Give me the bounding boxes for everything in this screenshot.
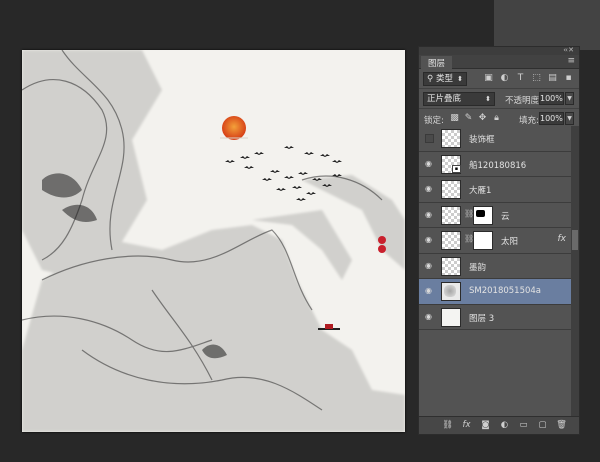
adjustment-filter-icon[interactable]: ◐	[499, 73, 510, 84]
visibility-off-icon[interactable]	[425, 134, 434, 143]
layer-row-selected[interactable]: ◉ SM2018051504a	[419, 279, 571, 305]
opacity-input[interactable]: 100%	[539, 92, 564, 105]
filter-kind-select[interactable]: ⚲ 类型 ⬍	[423, 72, 467, 86]
eye-icon[interactable]: ◉	[425, 210, 435, 219]
layer-row[interactable]: ◉ ⛓ 云	[419, 202, 571, 228]
layer-list-scrollbar[interactable]	[571, 126, 579, 416]
layer-name: 船120180816	[469, 160, 527, 171]
layer-name: 太阳	[501, 237, 519, 247]
layer-thumbnail	[441, 180, 461, 199]
blend-mode-value: 正片叠底	[427, 94, 462, 104]
fill-dropdown[interactable]: ▼	[565, 112, 574, 125]
layers-bottom-toolbar: ⛓ fx ◙ ◐ ▭ ▢ 🗑︎	[419, 416, 579, 434]
document-canvas[interactable]	[22, 50, 405, 432]
seal-mark	[378, 245, 386, 253]
opacity-label: 不透明度:	[505, 96, 542, 106]
layer-name: 大雁1	[469, 186, 492, 196]
layer-mask-thumbnail[interactable]	[473, 205, 493, 225]
search-icon: ⚲	[427, 74, 434, 84]
shape-filter-icon[interactable]: ⬚	[531, 73, 542, 84]
layer-row[interactable]: ◉ 墨韵	[419, 253, 571, 279]
fx-icon[interactable]: fx	[460, 419, 473, 432]
layer-thumbnail	[441, 205, 461, 225]
tab-layers[interactable]: 图层	[421, 56, 453, 69]
right-gutter	[494, 0, 600, 50]
layer-name: 图层 3	[469, 313, 495, 324]
layer-list: 装饰框 ◉ ▪ 船120180816 ◉ 大雁1 ◉ ⛓ 云 ◉ ⛓ 太阳 fx	[419, 126, 571, 416]
fill-input[interactable]: 100%	[539, 112, 564, 125]
layers-panel: ‹‹ ✕ 图层 ≡ ⚲ 类型 ⬍ ▣ ◐ T ⬚ ▤ ▪ 正片叠底 ⬍ 不透明度…	[418, 46, 580, 435]
eye-icon[interactable]: ◉	[425, 236, 435, 244]
adjustment-layer-icon[interactable]: ◐	[498, 419, 511, 432]
add-mask-icon[interactable]: ◙	[479, 419, 492, 432]
image-filter-icon[interactable]: ▣	[483, 73, 494, 84]
lock-label: 锁定:	[424, 116, 444, 126]
panel-dock-bar: ‹‹ ✕	[419, 46, 579, 55]
new-group-icon[interactable]: ▭	[517, 419, 530, 432]
lock-transparent-icon[interactable]: ▩	[449, 113, 460, 124]
lock-paint-icon[interactable]: ✎	[463, 113, 474, 124]
layer-row[interactable]: ◉ 图层 3	[419, 304, 571, 330]
seal-mark	[378, 236, 386, 244]
panel-tab-bar: 图层 ≡	[419, 55, 579, 69]
smart-object-filter-icon[interactable]: ▤	[547, 73, 558, 84]
eye-icon[interactable]: ◉	[425, 287, 435, 295]
layer-row[interactable]: ◉ ▪ 船120180816	[419, 151, 571, 177]
ink-landscape-artwork	[22, 50, 405, 432]
layer-name: SM2018051504a	[469, 286, 542, 296]
lock-position-icon[interactable]: ✥	[477, 113, 488, 124]
blend-row: 正片叠底 ⬍ 不透明度: 100% ▼	[419, 89, 579, 109]
layer-row[interactable]: ◉ 大雁1	[419, 177, 571, 203]
lock-all-icon[interactable]: 🔒︎	[491, 113, 502, 124]
layer-name: 墨韵	[469, 262, 487, 273]
layer-thumbnail	[441, 231, 461, 250]
layer-name: 装饰框	[469, 135, 495, 145]
filter-kind-label: 类型	[435, 74, 453, 84]
layer-filter-row: ⚲ 类型 ⬍ ▣ ◐ T ⬚ ▤ ▪	[419, 69, 579, 89]
workspace	[0, 0, 418, 462]
layer-row[interactable]: 装饰框	[419, 126, 571, 152]
boat-shape	[318, 324, 340, 330]
trash-icon[interactable]: 🗑︎	[555, 419, 568, 432]
eye-icon[interactable]: ◉	[425, 261, 435, 270]
filter-toggle-icon[interactable]: ▪	[565, 73, 572, 84]
link-layers-icon[interactable]: ⛓	[441, 419, 454, 432]
opacity-dropdown[interactable]: ▼	[565, 92, 574, 105]
layer-thumbnail	[441, 129, 461, 148]
layer-thumbnail	[441, 282, 461, 301]
scrollbar-thumb[interactable]	[572, 230, 578, 250]
smart-object-icon: ▪	[452, 164, 461, 173]
geese-flock	[225, 146, 342, 201]
layer-name: 云	[501, 211, 510, 222]
layer-thumbnail	[441, 256, 461, 276]
layer-thumbnail	[441, 307, 461, 327]
layer-mask-thumbnail[interactable]	[473, 231, 493, 250]
sun-shape	[222, 116, 246, 140]
layer-row[interactable]: ◉ ⛓ 太阳 fx	[419, 228, 571, 254]
chevron-down-icon: ⬍	[485, 95, 491, 103]
double-arrow-icon[interactable]: ‹‹ ✕	[563, 46, 574, 54]
fill-label: 填充:	[519, 116, 539, 126]
eye-icon[interactable]: ◉	[425, 312, 435, 321]
panel-menu-icon[interactable]: ≡	[567, 56, 575, 66]
chevron-down-icon: ⬍	[457, 75, 463, 83]
eye-icon[interactable]: ◉	[425, 159, 435, 168]
eye-icon[interactable]: ◉	[425, 185, 435, 193]
new-layer-icon[interactable]: ▢	[536, 419, 549, 432]
fx-icon[interactable]: fx	[558, 234, 567, 244]
type-filter-icon[interactable]: T	[515, 73, 526, 84]
blend-mode-select[interactable]: 正片叠底 ⬍	[423, 92, 495, 106]
